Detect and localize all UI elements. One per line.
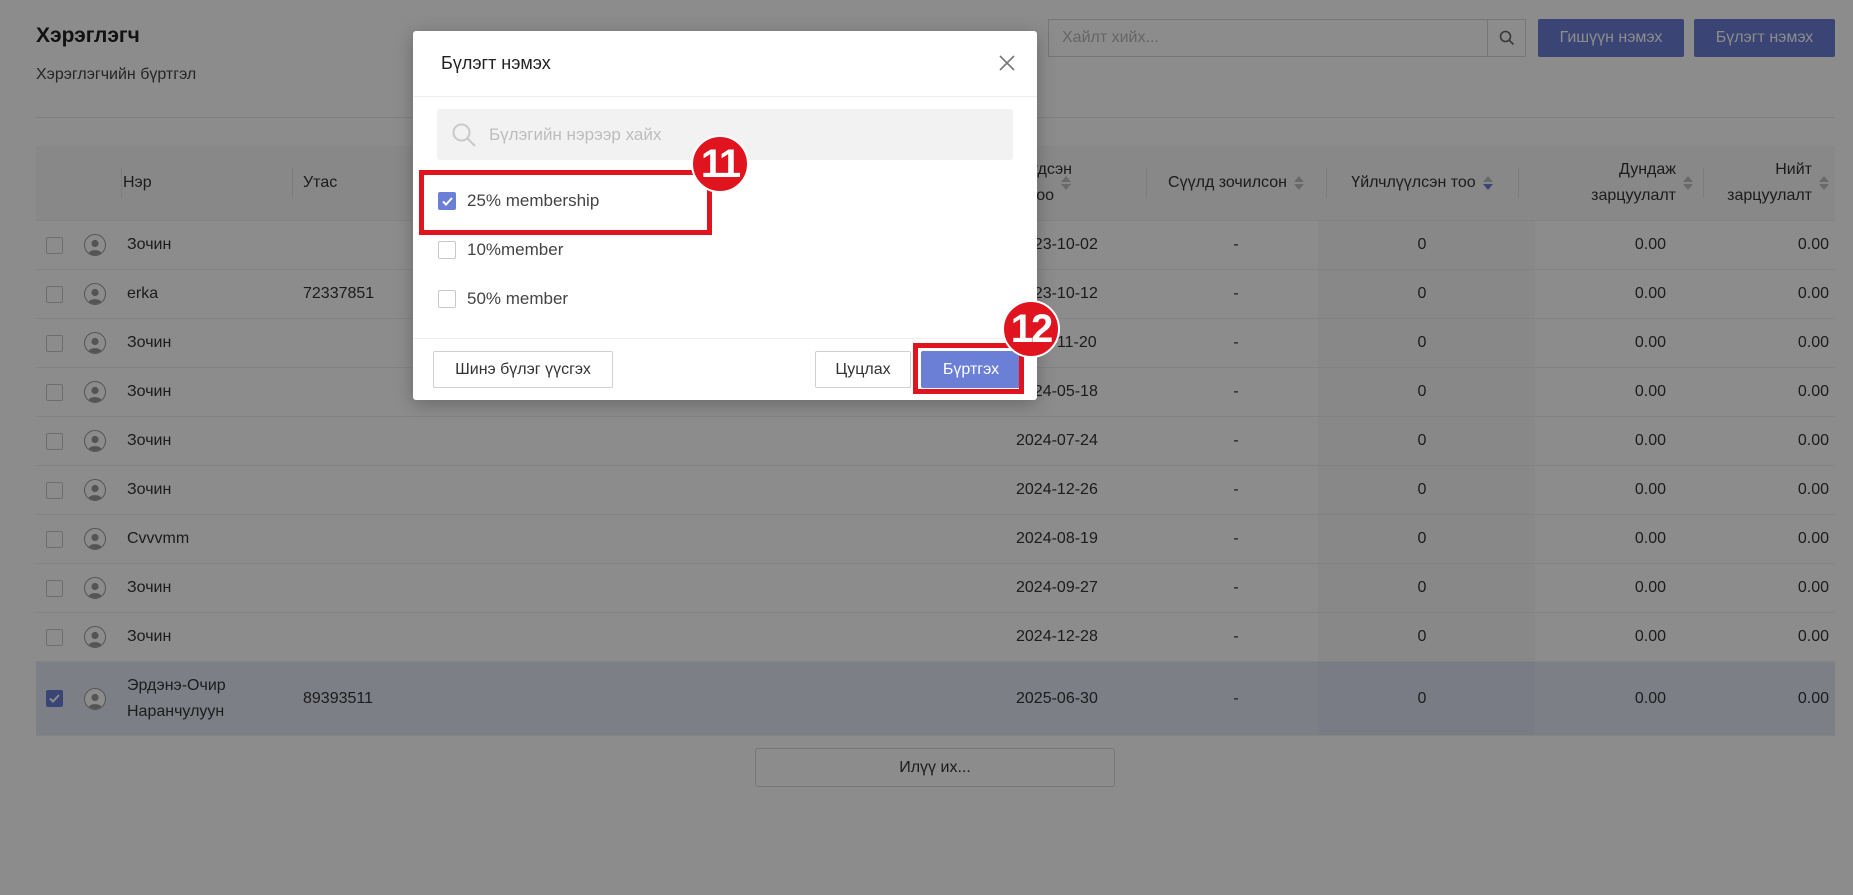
close-button[interactable] [996, 52, 1018, 74]
close-icon [999, 55, 1015, 71]
group-option-label: 10%member [467, 240, 564, 259]
group-option-10-member[interactable]: 10%member [438, 235, 563, 265]
modal-title: Бүлэгт нэмэх [441, 53, 551, 73]
group-option-label: 50% member [467, 289, 569, 308]
step-badge-11: 11 [691, 135, 749, 193]
highlight-box-option [419, 170, 712, 235]
step-badge-12: 12 [1002, 300, 1060, 358]
modal-footer-divider [413, 338, 1037, 339]
group-option-50-member[interactable]: 50% member [438, 284, 568, 314]
create-new-group-button[interactable]: Шинэ бүлэг үүсгэх [433, 351, 613, 388]
checkbox[interactable] [438, 241, 456, 259]
search-icon [451, 122, 477, 148]
cancel-button[interactable]: Цуцлах [815, 351, 911, 388]
highlight-box-submit [913, 343, 1024, 394]
group-search-input[interactable] [487, 123, 1013, 146]
modal-header: Бүлэгт нэмэх [413, 31, 1037, 97]
checkbox[interactable] [438, 290, 456, 308]
